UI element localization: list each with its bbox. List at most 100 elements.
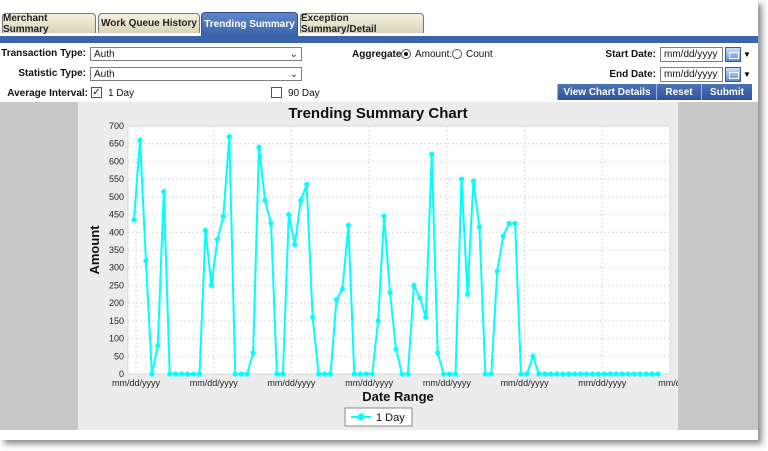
- x-tick-label: mm/dd/yyyy: [423, 378, 472, 388]
- x-tick-label: mm/dd/yyyy: [501, 378, 550, 388]
- tab-bar: Merchant Summary Work Queue History Tren…: [0, 0, 758, 36]
- data-point: [179, 371, 185, 377]
- trending-summary-chart: Trending Summary Chart 05010015020025030…: [87, 105, 702, 427]
- data-point: [226, 134, 232, 140]
- data-point: [345, 222, 351, 228]
- count-label: Count: [466, 49, 493, 60]
- dropdown-arrow-icon[interactable]: ▼: [743, 50, 751, 59]
- data-point: [256, 144, 262, 150]
- x-tick-label: mm/dd/yyyy: [578, 378, 627, 388]
- filter-form: Transaction Type: Auth ⌄ Statistic Type:…: [0, 43, 758, 102]
- data-point: [429, 151, 435, 157]
- data-point: [286, 211, 292, 218]
- one-day-label: 1 Day: [108, 88, 135, 99]
- data-point: [441, 371, 447, 377]
- chart-panel: Trending Summary Chart 0 50 100 150 200 250 30…: [78, 102, 702, 430]
- legend-point-icon: [357, 413, 365, 421]
- x-axis-label: Date Range: [362, 389, 434, 404]
- data-point: [560, 371, 566, 377]
- y-tick-label: 550: [109, 174, 124, 184]
- y-tick-label: 300: [109, 263, 124, 273]
- y-tick-label: 400: [109, 227, 124, 237]
- data-point: [417, 295, 423, 301]
- y-tick-label: 150: [109, 316, 124, 326]
- y-tick-label: 500: [109, 192, 124, 202]
- tab-merchant-summary[interactable]: Merchant Summary: [2, 13, 96, 35]
- reset-button[interactable]: Reset: [656, 84, 701, 100]
- tab-exception-summary-detail[interactable]: Exception Summary/Detail: [300, 13, 424, 35]
- data-point: [470, 178, 477, 184]
- one-day-checkbox[interactable]: ✓: [91, 87, 102, 98]
- data-point: [298, 197, 304, 203]
- data-point: [387, 289, 393, 296]
- y-tick-label: 250: [109, 280, 124, 290]
- data-point: [613, 371, 619, 377]
- data-point: [202, 227, 209, 234]
- data-point: [250, 350, 256, 356]
- y-axis-ticks: 0501001502002503003504004505005506006507…: [109, 121, 124, 379]
- calendar-icon[interactable]: [725, 47, 741, 62]
- data-point: [548, 371, 554, 377]
- data-point: [167, 371, 173, 377]
- data-point: [524, 371, 530, 377]
- submit-button[interactable]: Submit: [701, 84, 752, 100]
- tab-trending-summary[interactable]: Trending Summary: [201, 12, 298, 36]
- data-point: [357, 371, 363, 377]
- data-point: [292, 242, 298, 248]
- ninety-day-checkbox[interactable]: [271, 87, 282, 98]
- legend-label: 1 Day: [376, 412, 405, 424]
- dropdown-arrow-icon[interactable]: ▼: [743, 70, 751, 79]
- data-point: [375, 318, 381, 324]
- data-point: [333, 297, 340, 303]
- data-point: [327, 371, 334, 377]
- data-point: [572, 371, 578, 377]
- transaction-type-label: Transaction Type:: [1, 48, 86, 59]
- data-point: [500, 233, 506, 239]
- data-point: [149, 371, 155, 377]
- data-point: [143, 258, 149, 264]
- y-tick-label: 100: [109, 334, 124, 344]
- y-tick-label: 650: [109, 139, 124, 149]
- application-window: Merchant Summary Work Queue History Tren…: [0, 0, 758, 440]
- data-point: [173, 371, 179, 377]
- data-point: [232, 371, 238, 377]
- data-point: [310, 314, 316, 320]
- data-point: [476, 224, 482, 230]
- data-point: [435, 350, 441, 356]
- statistic-type-value: Auth: [94, 69, 115, 80]
- data-point: [518, 371, 524, 377]
- data-point: [607, 371, 613, 377]
- x-tick-label: mm/dd/yyy: [658, 378, 678, 388]
- data-point: [631, 371, 637, 377]
- ninety-day-label: 90 Day: [288, 88, 320, 99]
- amount-label: Amount:: [415, 49, 453, 60]
- tab-work-queue-history[interactable]: Work Queue History: [98, 13, 200, 33]
- data-point: [184, 371, 191, 377]
- end-date-input[interactable]: mm/dd/yyyy: [660, 67, 723, 82]
- statistic-type-select[interactable]: Auth ⌄: [90, 67, 302, 81]
- data-point: [196, 371, 203, 377]
- transaction-type-select[interactable]: Auth ⌄: [90, 47, 302, 61]
- start-date-input[interactable]: mm/dd/yyyy: [660, 47, 723, 62]
- start-date-label: Start Date:: [605, 49, 656, 60]
- view-chart-details-button[interactable]: View Chart Details: [557, 84, 656, 100]
- data-point: [554, 371, 560, 377]
- y-tick-label: 50: [114, 351, 124, 361]
- data-point: [649, 371, 655, 377]
- data-point: [595, 371, 602, 377]
- data-point: [536, 371, 542, 377]
- amount-radio[interactable]: [401, 49, 411, 59]
- data-point: [363, 371, 369, 377]
- data-point: [494, 268, 500, 274]
- count-radio[interactable]: [452, 49, 462, 59]
- x-tick-label: mm/dd/yyyy: [112, 378, 161, 388]
- data-point: [208, 282, 215, 289]
- average-interval-label: Average Interval:: [7, 88, 88, 99]
- x-tick-label: mm/dd/yyyy: [345, 378, 394, 388]
- data-point: [274, 371, 280, 377]
- data-point: [321, 371, 328, 377]
- data-point: [619, 371, 625, 377]
- y-tick-label: 200: [109, 298, 124, 308]
- calendar-icon[interactable]: [725, 67, 741, 82]
- y-tick-label: 350: [109, 245, 124, 255]
